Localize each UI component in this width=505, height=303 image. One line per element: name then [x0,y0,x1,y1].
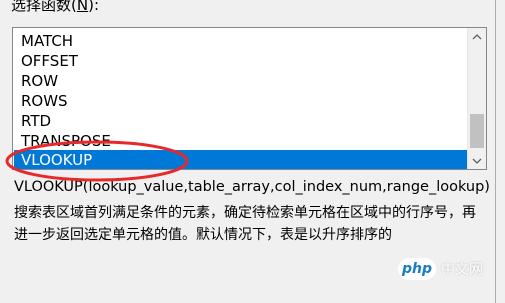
watermark-text: 中文网 [441,262,483,278]
function-item-rtd[interactable]: RTD [14,111,467,131]
php-watermark: php 中文网 [398,258,483,280]
select-function-label-suffix: ): [88,0,99,14]
scroll-thumb[interactable] [470,114,484,148]
php-logo-icon: php [398,258,436,280]
insert-function-dialog: 选择函数(N): MATCH OFFSET ROW ROWS RTD TRANS… [0,0,505,303]
function-listbox[interactable]: MATCH OFFSET ROW ROWS RTD TRANSPOSE VLOO… [12,27,487,170]
select-function-accesskey: N [76,0,89,14]
select-function-label: 选择函数(N): [11,0,99,15]
function-description: 搜索表区域首列满足条件的元素，确定待检索单元格在区域中的行序号，再进一步返回选定… [14,205,476,243]
scroll-up-button[interactable] [468,28,486,45]
function-item-offset[interactable]: OFFSET [14,51,467,71]
scroll-down-button[interactable] [468,152,486,169]
dialog-border [495,0,496,303]
function-item-rows[interactable]: ROWS [14,91,467,111]
function-item-row[interactable]: ROW [14,71,467,91]
listbox-scrollbar[interactable] [467,28,486,169]
function-item-match[interactable]: MATCH [14,31,467,51]
function-signature: VLOOKUP(lookup_value,table_array,col_ind… [14,179,490,195]
scroll-up-arrow-icon [472,33,482,39]
function-item-transpose[interactable]: TRANSPOSE [14,131,467,151]
scroll-down-arrow-icon [472,158,482,164]
function-item-vlookup[interactable]: VLOOKUP [14,150,467,169]
select-function-label-prefix: 选择函数( [11,0,77,14]
